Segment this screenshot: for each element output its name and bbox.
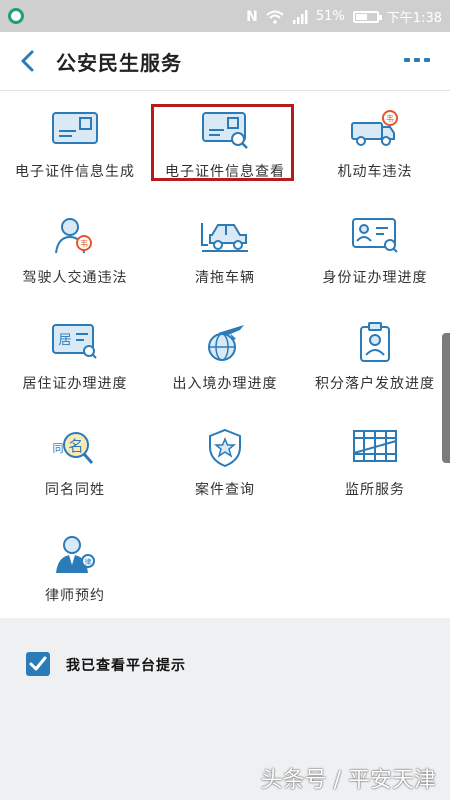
svg-text:韦: 韦 — [80, 240, 88, 249]
badge-person-icon — [360, 322, 390, 362]
status-bar: N 51% 下午1:38 — [0, 0, 450, 32]
service-label: 居住证办理进度 — [22, 376, 128, 392]
scroll-handle[interactable] — [442, 333, 450, 463]
shield-star-icon — [209, 428, 241, 468]
service-label: 出入境办理进度 — [172, 376, 278, 392]
clock: 下午1:38 — [386, 11, 442, 26]
service-label: 清拖车辆 — [195, 270, 255, 286]
service-item-detention-service[interactable]: 监所服务 — [300, 409, 450, 515]
page-title: 公安民生服务 — [56, 51, 182, 75]
name-search-icon: 同 名 — [53, 432, 94, 464]
more-icon[interactable] — [404, 58, 430, 62]
service-item-same-name[interactable]: 同 名 同名同姓 — [0, 409, 150, 515]
service-item-vehicle-violation[interactable]: 韦 机动车违法 — [300, 91, 450, 197]
nfc-icon: N — [246, 8, 258, 25]
app-notification-icon — [8, 8, 24, 24]
service-label: 律师预约 — [45, 588, 105, 604]
agreement-checkbox[interactable] — [26, 652, 50, 676]
nav-bar: 公安民生服务 — [0, 32, 450, 91]
prison-bars-icon — [353, 430, 397, 462]
service-label: 案件查询 — [195, 482, 255, 498]
battery-percent: 51% — [315, 9, 345, 24]
service-item-residence-permit[interactable]: 居 居住证办理进度 — [0, 303, 150, 409]
service-label: 积分落户发放进度 — [315, 376, 435, 392]
truck-violation-icon: 韦 — [351, 110, 398, 146]
service-item-eid-generate[interactable]: 电子证件信息生成 — [0, 91, 150, 197]
service-item-id-progress[interactable]: 身份证办理进度 — [300, 197, 450, 303]
service-item-driver-violation[interactable]: 韦 驾驶人交通违法 — [0, 197, 150, 303]
globe-plane-icon — [208, 325, 244, 361]
checkmark-icon — [29, 656, 47, 671]
watermark: 头条号 / 平安天津 — [260, 768, 436, 793]
tow-vehicle-icon — [201, 223, 248, 252]
service-item-tow-vehicle[interactable]: 清拖车辆 — [150, 197, 300, 303]
driver-violation-icon: 韦 — [55, 218, 92, 254]
svg-text:律: 律 — [85, 557, 92, 566]
id-progress-icon — [352, 218, 398, 253]
lawyer-icon: 律 — [56, 536, 95, 573]
status-icons: N 51% 下午1:38 — [246, 7, 442, 27]
svg-text:名: 名 — [68, 437, 83, 455]
service-label: 监所服务 — [345, 482, 405, 498]
service-item-points-settlement[interactable]: 积分落户发放进度 — [300, 303, 450, 409]
service-item-case-query[interactable]: 案件查询 — [150, 409, 300, 515]
service-item-lawyer-appointment[interactable]: 律 律师预约 — [0, 515, 150, 621]
highlight-annotation — [151, 104, 294, 181]
agreement-label[interactable]: 我已查看平台提示 — [66, 655, 186, 675]
svg-text:韦: 韦 — [386, 115, 394, 124]
service-item-entry-exit[interactable]: 出入境办理进度 — [150, 303, 300, 409]
wifi-icon — [266, 10, 284, 24]
svg-text:居: 居 — [58, 333, 71, 348]
chevron-left-icon[interactable] — [16, 49, 40, 73]
service-label: 同名同姓 — [45, 482, 105, 498]
id-card-icon — [52, 112, 98, 144]
svg-text:同: 同 — [53, 442, 64, 455]
residence-permit-icon: 居 — [52, 324, 97, 359]
service-label: 身份证办理进度 — [322, 270, 428, 286]
service-label: 驾驶人交通违法 — [22, 270, 128, 286]
signal-icon — [292, 9, 308, 24]
battery-icon — [352, 10, 382, 23]
service-label: 机动车违法 — [337, 164, 413, 180]
service-label: 电子证件信息生成 — [15, 164, 135, 180]
